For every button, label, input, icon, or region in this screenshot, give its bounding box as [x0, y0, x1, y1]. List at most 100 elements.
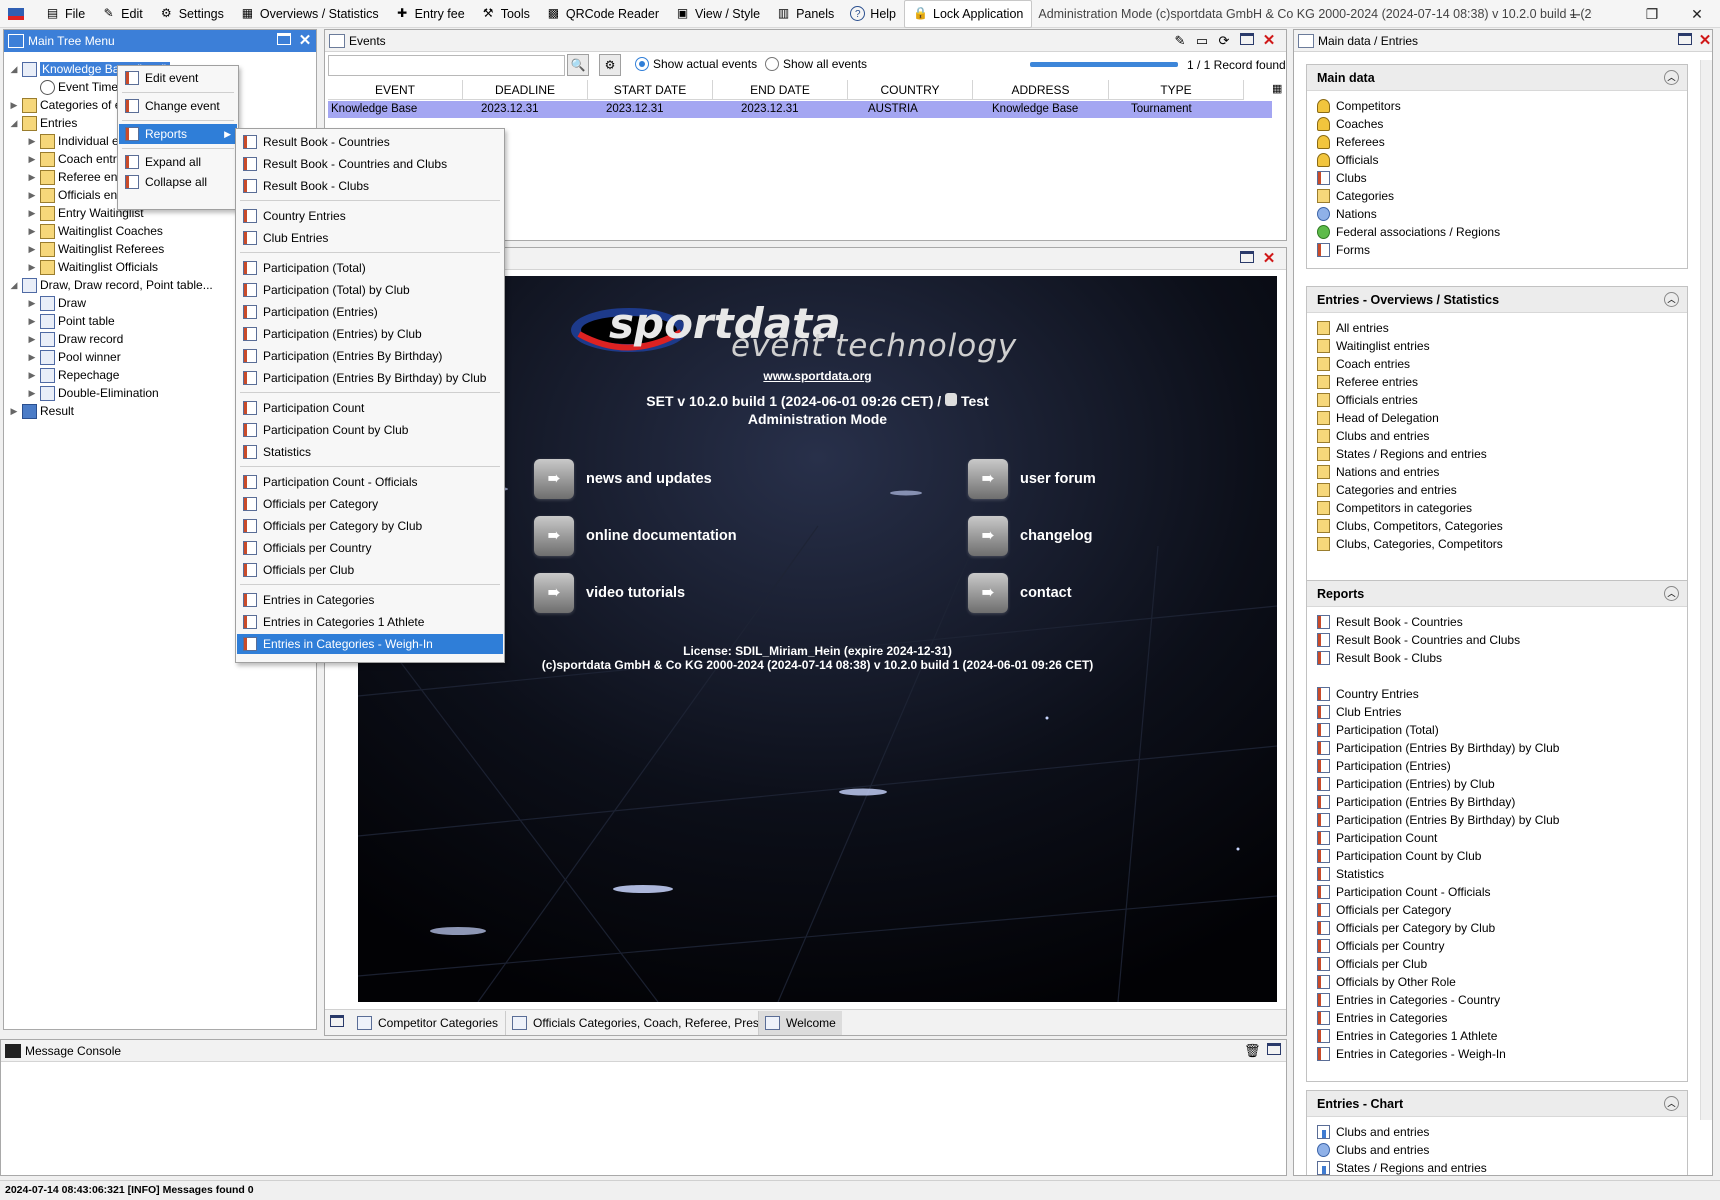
menu-tools[interactable]: ⚒ Tools: [473, 0, 538, 28]
sidebar-item[interactable]: States / Regions and entries: [1317, 445, 1487, 463]
report-item[interactable]: Participation (Entries By Birthday) by C…: [1317, 811, 1559, 829]
column-header[interactable]: COUNTRY: [848, 80, 973, 100]
search-button[interactable]: 🔍: [567, 54, 589, 76]
entries-chart-section-header[interactable]: Entries - Chart ︿: [1307, 1091, 1687, 1117]
report-item[interactable]: Result Book - Countries: [1317, 613, 1463, 631]
report-item[interactable]: Statistics: [1317, 865, 1384, 883]
report-item[interactable]: Participation Count - Officials: [1317, 883, 1491, 901]
column-header[interactable]: END DATE: [713, 80, 848, 100]
lock-application-button[interactable]: 🔒 Lock Application: [904, 0, 1033, 28]
expand-arrow-icon[interactable]: ▶: [26, 370, 38, 381]
report-item[interactable]: Participation Count by Club: [1317, 847, 1481, 865]
collapse-icon[interactable]: ︿: [1664, 586, 1679, 601]
table-row[interactable]: Knowledge Base 2023.12.31 2023.12.31 2023.1…: [328, 101, 1272, 118]
changelog-link[interactable]: ➠ changelog: [968, 516, 1093, 556]
expand-arrow-icon[interactable]: ▶: [26, 226, 38, 237]
report-item[interactable]: Officials per Country: [1317, 937, 1445, 955]
expand-arrow-icon[interactable]: ▶: [26, 298, 38, 309]
report-item[interactable]: Officials per Club: [237, 560, 503, 580]
news-and-updates-link[interactable]: ➠ news and updates: [534, 459, 712, 499]
menu-help[interactable]: ? Help: [842, 0, 904, 28]
tree-item[interactable]: ▶ Pool winner: [26, 348, 121, 366]
report-item[interactable]: Country Entries: [237, 206, 503, 226]
report-item[interactable]: Participation (Entries By Birthday) by C…: [1317, 739, 1559, 757]
sidebar-item[interactable]: Categories and entries: [1317, 481, 1457, 499]
expand-arrow-icon[interactable]: ▶: [26, 352, 38, 363]
trash-icon[interactable]: 🗑: [1244, 1043, 1261, 1059]
expand-arrow-icon[interactable]: ▶: [26, 208, 38, 219]
column-header[interactable]: DEADLINE: [463, 80, 588, 100]
menu-qrcode-reader[interactable]: ▩ QRCode Reader: [538, 0, 667, 28]
maximize-panel-button[interactable]: [330, 1015, 344, 1030]
restore-window-button[interactable]: ❐: [1629, 0, 1675, 28]
close-panel-button[interactable]: ✕: [1261, 33, 1277, 49]
tree-item[interactable]: ◢ Entries: [8, 114, 77, 132]
context-expand-all[interactable]: Expand all: [119, 152, 237, 172]
video-tutorials-link[interactable]: ➠ video tutorials: [534, 573, 685, 613]
close-panel-button[interactable]: ✕: [297, 33, 313, 49]
sidebar-item[interactable]: Federal associations / Regions: [1317, 223, 1500, 241]
sidebar-item[interactable]: Clubs, Competitors, Categories: [1317, 517, 1503, 535]
report-item[interactable]: Participation (Entries By Birthday): [1317, 793, 1515, 811]
sidebar-item[interactable]: Clubs and entries: [1317, 1123, 1429, 1141]
close-window-button[interactable]: ✕: [1674, 0, 1720, 28]
expanded-arrow-icon[interactable]: ◢: [8, 280, 20, 291]
report-item[interactable]: Club Entries: [1317, 703, 1401, 721]
maximize-panel-button[interactable]: [1677, 33, 1693, 49]
tree-item[interactable]: ▶ Draw: [26, 294, 86, 312]
report-item[interactable]: Participation (Entries By Birthday) by C…: [237, 368, 503, 388]
entries-overviews-section-header[interactable]: Entries - Overviews / Statistics ︿: [1307, 287, 1687, 313]
tab-officials-categories[interactable]: Officials Categories, Coach, Referee, Pr…: [505, 1011, 771, 1035]
show-actual-events-radio[interactable]: Show actual events: [635, 57, 757, 71]
expand-arrow-icon[interactable]: ▶: [8, 406, 20, 417]
scrollbar[interactable]: [1700, 60, 1712, 1120]
menu-entry-fee[interactable]: ✚ Entry fee: [387, 0, 473, 28]
maximize-panel-button[interactable]: [276, 33, 292, 49]
expand-arrow-icon[interactable]: ▶: [26, 388, 38, 399]
column-chooser-icon[interactable]: ▦: [1272, 82, 1282, 95]
sidebar-item[interactable]: All entries: [1317, 319, 1389, 337]
sidebar-item[interactable]: Officials: [1317, 151, 1378, 169]
open-folder-icon[interactable]: ▭: [1194, 33, 1210, 49]
report-item[interactable]: Participation Count: [237, 398, 503, 418]
tab-competitor-categories[interactable]: Competitor Categories: [351, 1011, 504, 1035]
report-item[interactable]: Participation (Entries) by Club: [237, 324, 503, 344]
sidebar-item[interactable]: Nations: [1317, 205, 1377, 223]
column-header[interactable]: ADDRESS: [973, 80, 1109, 100]
expand-arrow-icon[interactable]: ▶: [26, 334, 38, 345]
collapse-icon[interactable]: ︿: [1664, 292, 1679, 307]
report-item[interactable]: Participation (Total): [237, 258, 503, 278]
sidebar-item[interactable]: Coach entries: [1317, 355, 1410, 373]
report-item[interactable]: Country Entries: [1317, 685, 1419, 703]
user-forum-link[interactable]: ➠ user forum: [968, 459, 1096, 499]
contact-link[interactable]: ➠ contact: [968, 573, 1072, 613]
column-header[interactable]: EVENT: [328, 80, 463, 100]
sidebar-item[interactable]: Forms: [1317, 241, 1370, 259]
sidebar-item[interactable]: States / Regions and entries: [1317, 1159, 1487, 1175]
expand-arrow-icon[interactable]: ▶: [26, 190, 38, 201]
maximize-panel-button[interactable]: [1239, 33, 1255, 49]
report-item[interactable]: Officials per Category by Club: [1317, 919, 1495, 937]
report-item[interactable]: Participation (Total): [1317, 721, 1439, 739]
context-reports[interactable]: Reports ▶: [119, 124, 237, 144]
expand-arrow-icon[interactable]: ▶: [26, 172, 38, 183]
report-item[interactable]: Officials per Country: [237, 538, 503, 558]
context-edit-event[interactable]: Edit event: [119, 68, 237, 88]
refresh-icon[interactable]: ⟳: [1216, 33, 1232, 49]
menu-panels[interactable]: ▥ Panels: [768, 0, 842, 28]
report-item[interactable]: Entries in Categories: [237, 590, 503, 610]
sidebar-item[interactable]: Competitors: [1317, 97, 1401, 115]
sidebar-item[interactable]: Categories: [1317, 187, 1394, 205]
menu-overviews-statistics[interactable]: ▦ Overviews / Statistics: [232, 0, 387, 28]
report-item[interactable]: Entries in Categories - Weigh-In: [1317, 1045, 1506, 1063]
collapse-icon[interactable]: ︿: [1664, 1096, 1679, 1111]
report-item[interactable]: Officials per Category by Club: [237, 516, 503, 536]
context-collapse-all[interactable]: Collapse all: [119, 172, 237, 192]
app-icon[interactable]: [0, 0, 37, 28]
sidebar-item[interactable]: Head of Delegation: [1317, 409, 1439, 427]
expand-arrow-icon[interactable]: ▶: [26, 316, 38, 327]
sidebar-item[interactable]: Clubs: [1317, 169, 1367, 187]
minimize-window-button[interactable]: ─: [1552, 0, 1598, 28]
event-search-input[interactable]: [328, 55, 565, 76]
report-item[interactable]: Result Book - Clubs: [1317, 649, 1442, 667]
